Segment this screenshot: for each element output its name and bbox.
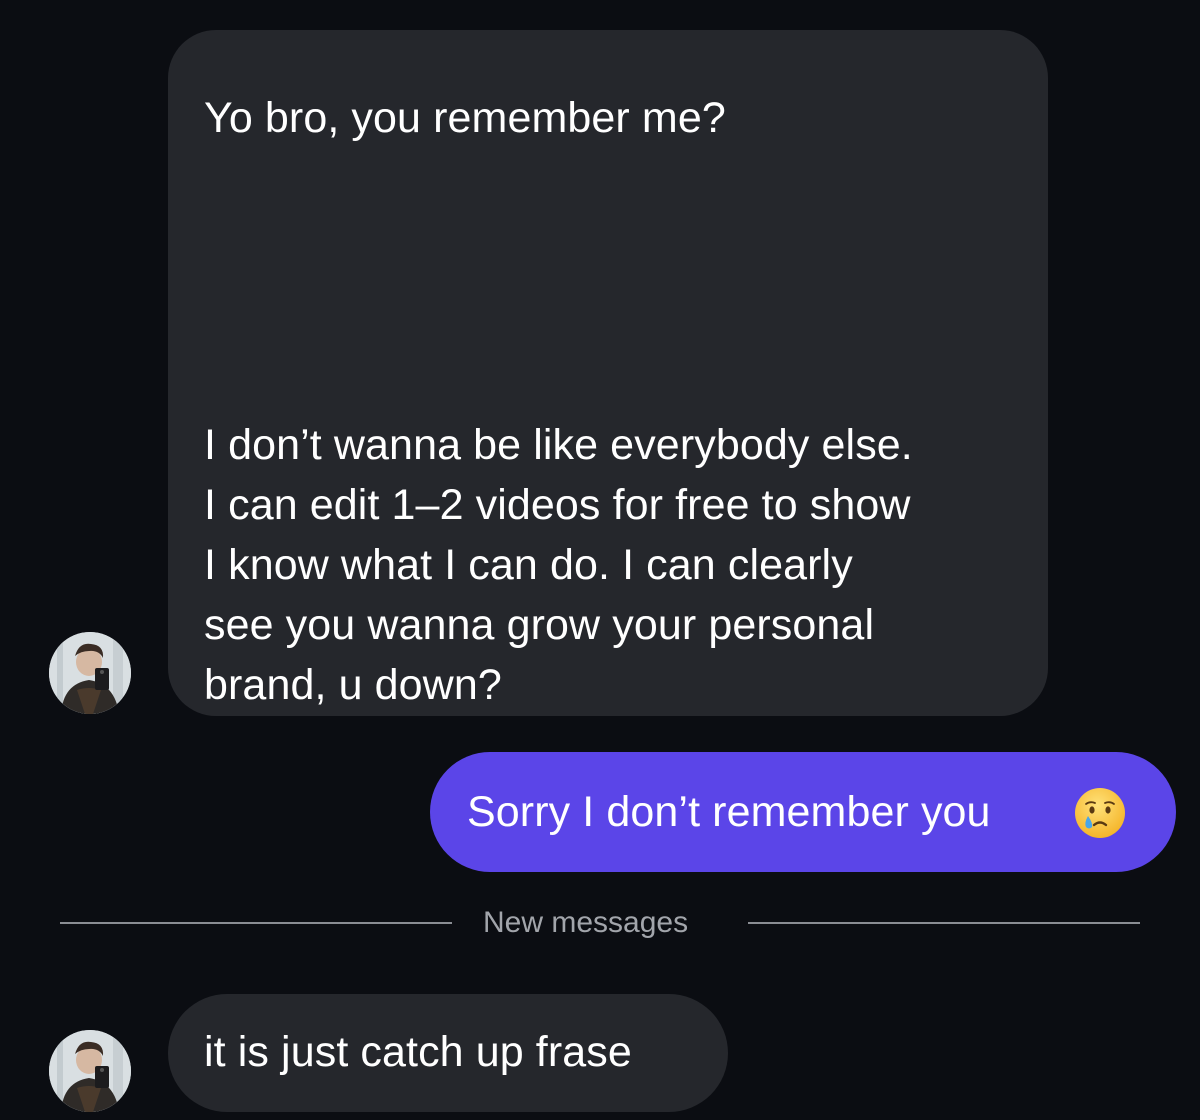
incoming-message-bubble[interactable]: Yo bro, you remember me? I don’t wanna b… [168,30,1048,716]
contact-avatar[interactable] [49,632,131,714]
divider-line-left [60,922,452,924]
message-text: brand, u down? [204,661,502,709]
message-text: see you wanna grow your personal [204,601,875,649]
outgoing-message-bubble[interactable]: Sorry I don’t remember you [430,752,1176,872]
message-text: I can edit 1–2 videos for free to show [204,481,911,529]
message-text: I know what I can do. I can clearly [204,541,853,589]
profile-photo-icon [49,632,131,714]
incoming-message-bubble[interactable]: it is just catch up frase [168,994,728,1112]
message-text: I don’t wanna be like everybody else. [204,421,913,469]
crying-face-icon [1075,788,1125,838]
contact-avatar[interactable] [49,1030,131,1112]
profile-photo-icon [49,1030,131,1112]
divider-line-right [748,922,1140,924]
message-text: Sorry I don’t remember you [467,788,991,836]
new-messages-divider: New messages [483,906,689,939]
message-text: it is just catch up frase [204,1028,632,1076]
message-text: Yo bro, you remember me? [204,94,726,142]
